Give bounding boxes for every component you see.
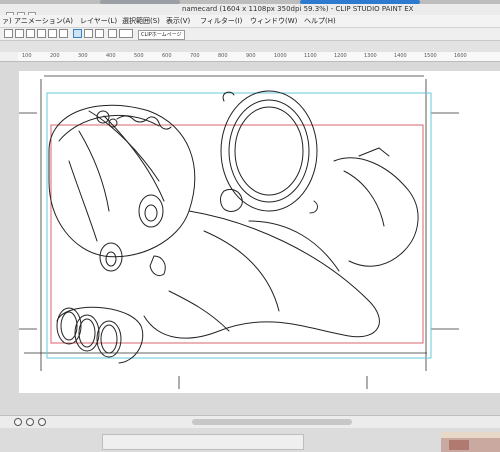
rotate-left-icon[interactable] <box>14 418 22 426</box>
ruler-label: 1300 <box>364 53 377 59</box>
menu-animation[interactable]: アニメーション(A) <box>14 15 73 27</box>
ruler-label: 400 <box>106 53 116 59</box>
canvas-thumbnail[interactable] <box>441 432 500 452</box>
ruler-label: 500 <box>134 53 144 59</box>
tool-dropdown-icon[interactable] <box>119 29 133 38</box>
ruler-label: 900 <box>246 53 256 59</box>
tool-icon[interactable] <box>4 29 13 38</box>
menu-edit[interactable]: ァ) <box>2 15 12 27</box>
reset-view-icon[interactable] <box>38 418 46 426</box>
ruler-label: 1200 <box>334 53 347 59</box>
line-art-illustration <box>19 75 459 389</box>
bleed-guide <box>46 92 432 359</box>
menu-window[interactable]: ウィンドウ(W) <box>250 15 297 27</box>
crop-marks <box>19 75 459 389</box>
clip-homepage-button[interactable]: CLIPホームページ <box>138 30 185 40</box>
snap-to-point-icon[interactable] <box>95 29 104 38</box>
ruler-label: 1600 <box>454 53 467 59</box>
menu-bar: ァ) アニメーション(A) レイヤー(L) 選択範囲(S) 表示(V) フィルタ… <box>0 15 500 28</box>
ruler-label: 300 <box>78 53 88 59</box>
snap-to-grid-icon[interactable] <box>84 29 93 38</box>
toolbar-gap <box>0 41 500 52</box>
ruler-label: 800 <box>218 53 228 59</box>
ruler-label: 1500 <box>424 53 437 59</box>
ruler-label: 700 <box>190 53 200 59</box>
window-title: namecard (1604 x 1108px 350dpi 59.3%) - … <box>182 5 414 13</box>
layer-row[interactable] <box>102 434 304 450</box>
command-bar: CLIPホームページ <box>0 28 500 41</box>
safe-area-guide <box>50 124 424 344</box>
status-bar <box>0 415 500 429</box>
menu-help[interactable]: ヘルプ(H) <box>304 15 336 27</box>
horizontal-ruler: 100 200 300 400 500 600 700 800 900 1000… <box>18 52 500 62</box>
ruler-corner <box>0 52 18 62</box>
ruler-label: 200 <box>50 53 60 59</box>
layer-panel <box>0 428 500 452</box>
tool-icon[interactable] <box>26 29 35 38</box>
menu-view[interactable]: 表示(V) <box>166 15 190 27</box>
ruler-label: 1400 <box>394 53 407 59</box>
tool-icon[interactable] <box>108 29 117 38</box>
ruler-label: 600 <box>162 53 172 59</box>
menu-selection[interactable]: 選択範囲(S) <box>122 15 160 27</box>
menu-filter[interactable]: フィルター(I) <box>200 15 242 27</box>
tool-icon[interactable] <box>37 29 46 38</box>
drawing-canvas[interactable] <box>19 71 500 393</box>
tool-icon[interactable] <box>59 29 68 38</box>
ruler-label: 100 <box>22 53 32 59</box>
rotate-right-icon[interactable] <box>26 418 34 426</box>
menu-layer[interactable]: レイヤー(L) <box>80 15 117 27</box>
horizontal-scrollbar[interactable] <box>192 419 352 425</box>
snap-to-ruler-icon[interactable] <box>73 29 82 38</box>
character-line-art <box>48 90 419 364</box>
ruler-label: 1100 <box>304 53 317 59</box>
ruler-label: 1000 <box>274 53 287 59</box>
tool-icon[interactable] <box>48 29 57 38</box>
tool-icon[interactable] <box>15 29 24 38</box>
